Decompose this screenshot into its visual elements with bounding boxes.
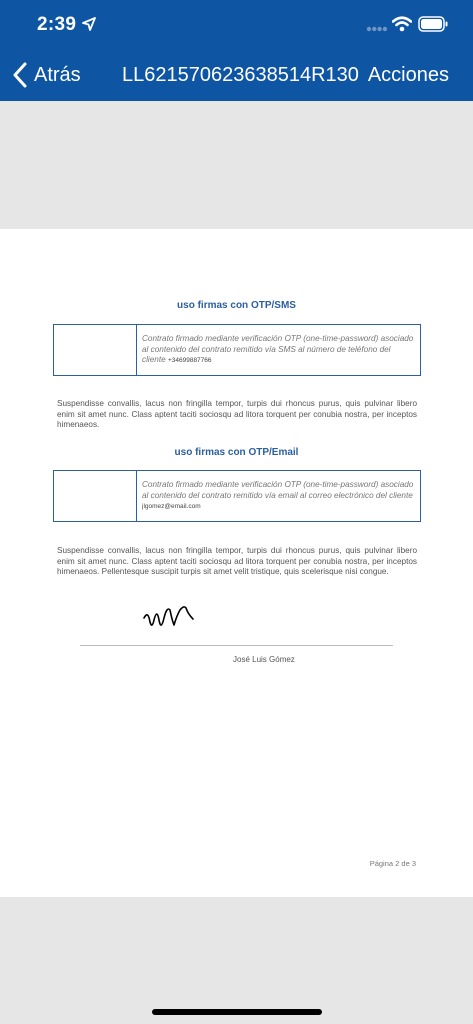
chevron-left-icon	[13, 62, 27, 88]
email-section-title: uso firmas con OTP/Email	[174, 447, 299, 458]
email-signature-cell	[54, 471, 137, 521]
navigation-header: 2:39 Atrás LL621570623638514R130 Accione…	[0, 0, 473, 101]
email-signature-box: Contrato firmado mediante verificación O…	[53, 470, 421, 522]
signature-line	[80, 645, 393, 646]
back-button-label: Atrás	[34, 63, 81, 86]
email-contact: jlgomez@email.com	[142, 503, 201, 510]
back-button[interactable]: Atrás	[12, 60, 81, 90]
sms-signature-box: Contrato firmado mediante verificación O…	[53, 324, 421, 376]
page-title: LL621570623638514R130	[122, 64, 359, 86]
paragraph-2: Suspendisse convallis, lacus non fringil…	[57, 546, 417, 577]
page-number: Página 2 de 3	[369, 859, 416, 868]
wifi-icon	[392, 16, 412, 32]
email-box-text: Contrato firmado mediante verificación O…	[142, 480, 414, 500]
actions-button[interactable]: Acciones	[368, 64, 449, 87]
home-indicator[interactable]	[152, 1009, 322, 1015]
paragraph-1: Suspendisse convallis, lacus non fringil…	[57, 399, 417, 430]
document-page[interactable]: uso firmas con OTP/SMS Contrato firmado …	[0, 229, 473, 897]
handwritten-signature	[143, 606, 194, 626]
cellular-signal-icon	[366, 26, 388, 32]
sms-signature-cell	[54, 325, 137, 375]
sms-contact: +34699887766	[167, 357, 212, 364]
status-bar: 2:39	[0, 0, 473, 50]
sms-section-title: uso firmas con OTP/SMS	[177, 300, 296, 311]
signer-name: José Luis Gómez	[233, 655, 295, 664]
status-time: 2:39	[37, 14, 77, 35]
battery-icon	[418, 16, 448, 32]
location-arrow-icon	[82, 17, 96, 31]
email-signature-text: Contrato firmado mediante verificación O…	[137, 471, 420, 521]
sms-signature-text: Contrato firmado mediante verificación O…	[137, 325, 420, 375]
nav-bar: Atrás LL621570623638514R130 Acciones	[0, 50, 473, 101]
